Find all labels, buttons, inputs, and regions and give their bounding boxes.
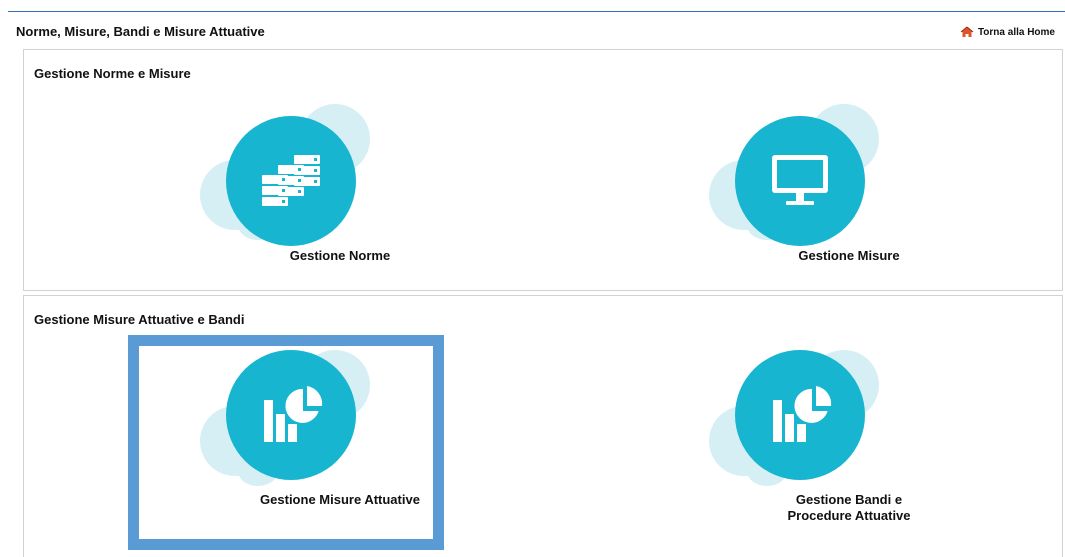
section-norme-misure: Gestione Norme e Misure Gestione Norme G… bbox=[23, 49, 1063, 291]
tile-gestione-norme[interactable]: Gestione Norme bbox=[190, 90, 490, 290]
server-stack-icon bbox=[262, 155, 320, 206]
circle-badge bbox=[226, 350, 356, 480]
tile-label: Gestione Norme bbox=[289, 248, 391, 263]
circle-badge bbox=[735, 350, 865, 480]
bar-pie-chart-icon bbox=[264, 386, 323, 442]
home-link-label: Torna alla Home bbox=[977, 26, 1055, 38]
home-link[interactable]: Torna alla Home bbox=[960, 26, 1055, 38]
tile-gestione-misure-attuative[interactable]: Gestione Misure Attuative bbox=[190, 336, 490, 536]
section-misure-attuative-bandi: Gestione Misure Attuative e Bandi Gestio… bbox=[23, 295, 1063, 557]
circle-badge bbox=[226, 116, 356, 246]
tile-label: Gestione Misure Attuative bbox=[260, 492, 420, 507]
section-title: Gestione Norme e Misure bbox=[34, 66, 191, 81]
tile-label-line2: Procedure Attuative bbox=[787, 508, 911, 523]
section-title: Gestione Misure Attuative e Bandi bbox=[34, 312, 245, 327]
home-icon bbox=[960, 26, 974, 37]
tile-gestione-bandi[interactable]: Gestione Bandi e Procedure Attuative bbox=[699, 336, 999, 536]
bar-pie-chart-icon bbox=[773, 386, 832, 442]
tile-label: Gestione Misure bbox=[798, 248, 900, 263]
monitor-icon bbox=[772, 155, 828, 205]
tile-label: Gestione Bandi e Procedure Attuative bbox=[699, 492, 999, 524]
top-rule bbox=[8, 11, 1065, 12]
tile-label-line1: Gestione Bandi e bbox=[795, 492, 903, 507]
tile-gestione-misure[interactable]: Gestione Misure bbox=[699, 90, 999, 290]
circle-badge bbox=[735, 116, 865, 246]
page-title: Norme, Misure, Bandi e Misure Attuative bbox=[16, 24, 265, 39]
